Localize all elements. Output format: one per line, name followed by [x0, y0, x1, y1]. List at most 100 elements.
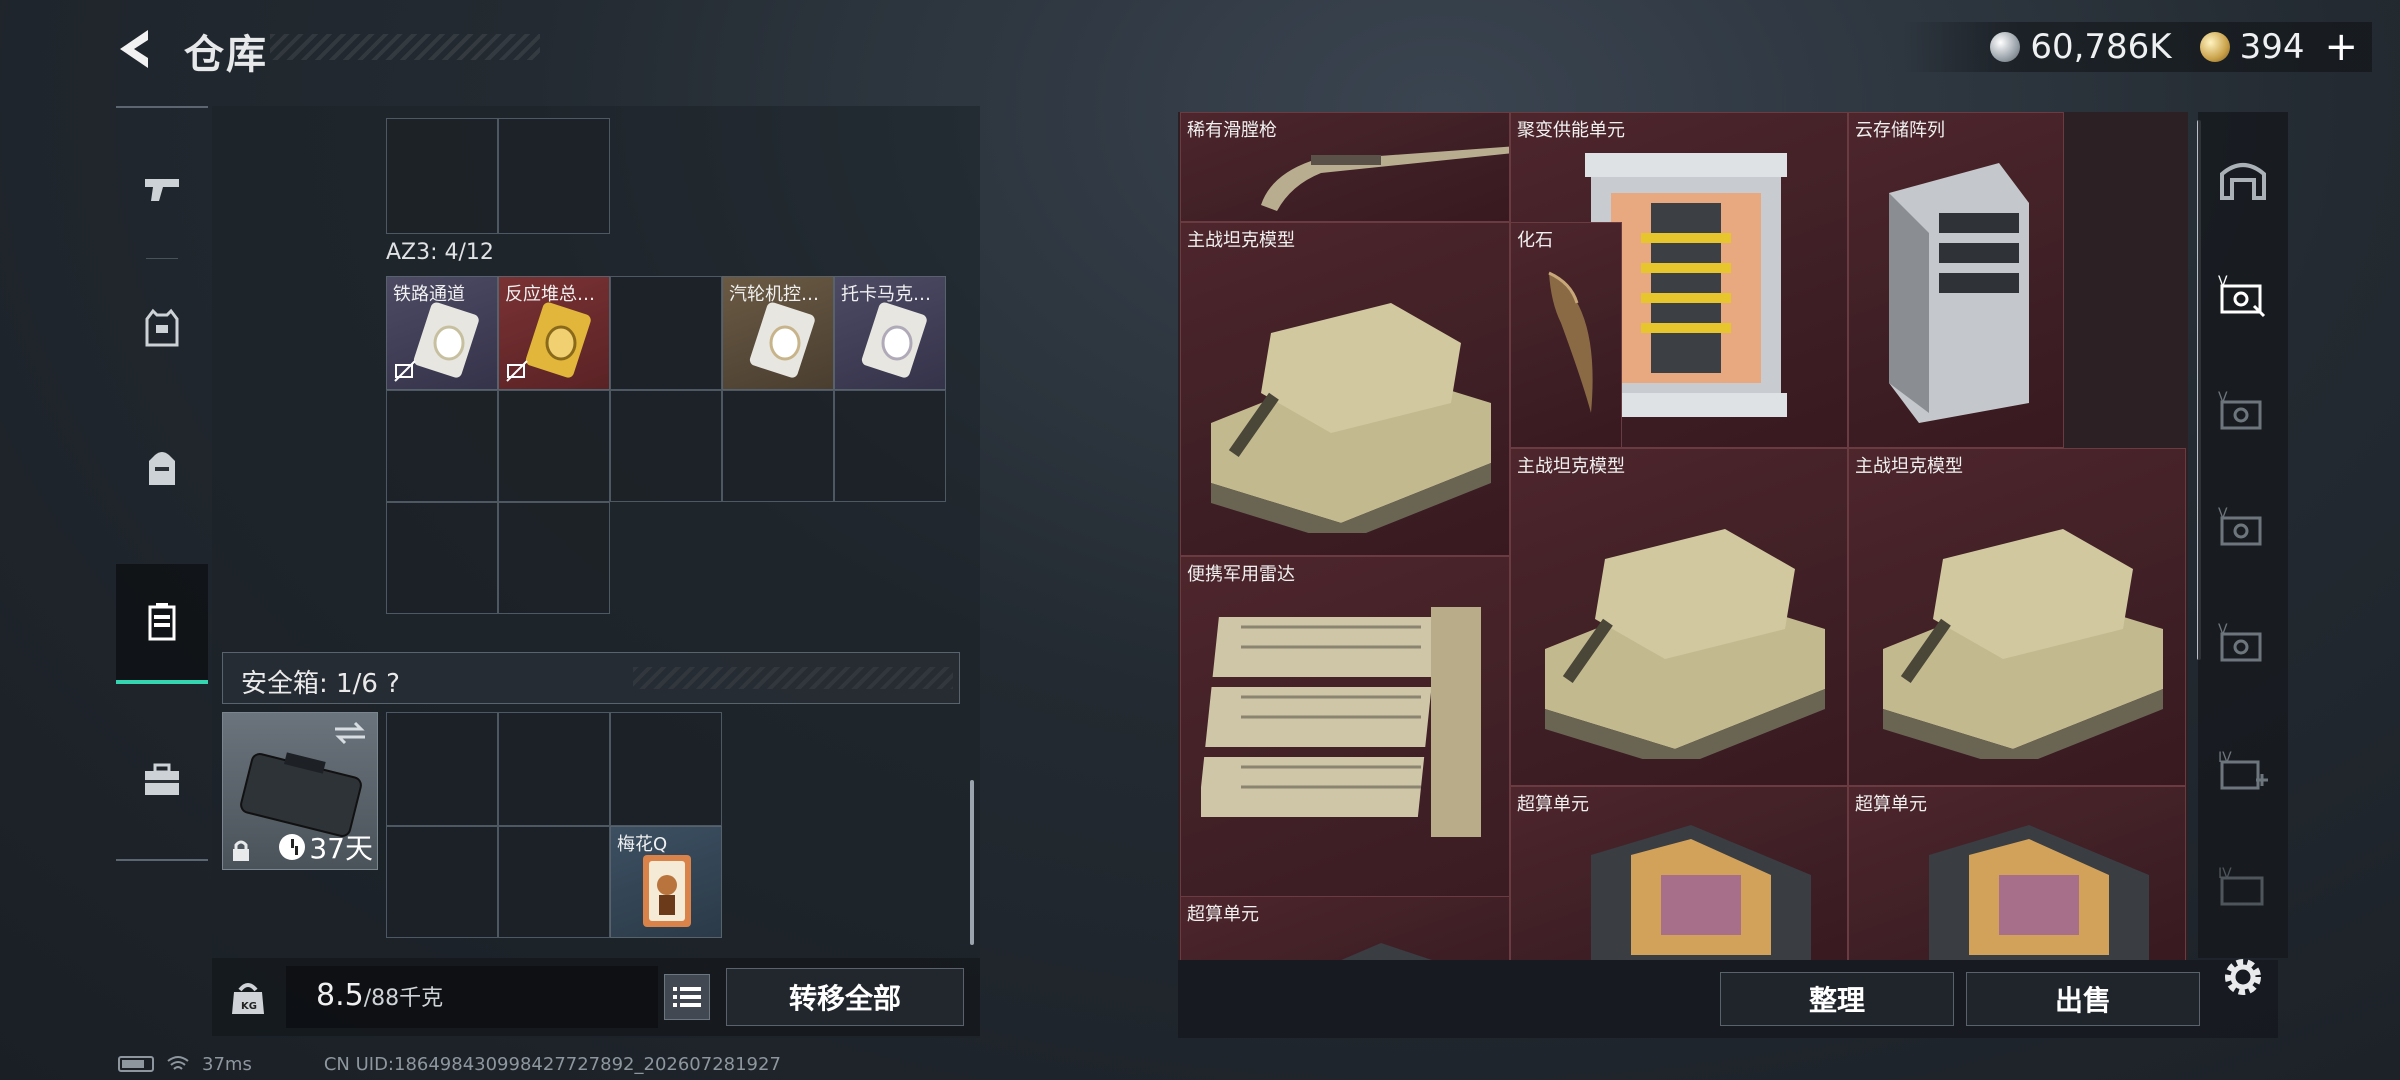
sidebar-item-toolbox[interactable] — [116, 720, 208, 840]
safe-item-queen-of-clubs[interactable]: 梅花Q — [610, 826, 722, 938]
safe-grid-cell[interactable] — [610, 712, 722, 826]
storage-item-fossil[interactable]: 化石 — [1510, 222, 1622, 448]
storage-item-main-battle-tank-model[interactable]: 主战坦克模型 — [1848, 448, 2186, 786]
storage-item-supercomputer-unit[interactable]: 超算单元 — [1180, 896, 1510, 960]
safe-grid-cell[interactable] — [498, 712, 610, 826]
storage-item-supercomputer-unit[interactable]: 超算单元 — [1510, 786, 1848, 960]
grid-cell[interactable] — [498, 502, 610, 614]
add-storage-icon: IV — [2218, 750, 2268, 790]
safe-grid-cell[interactable] — [386, 712, 498, 826]
safe-box-slot[interactable]: 37天 — [222, 712, 378, 870]
sidebar-item-weapons[interactable] — [116, 128, 208, 248]
claw-fossil-icon — [1548, 271, 1593, 413]
inventory-item-turbine[interactable]: 汽轮机控… — [722, 276, 834, 390]
tab-storage-v-2[interactable]: V — [2212, 380, 2274, 442]
sidebar-item-backpack[interactable] — [116, 408, 208, 528]
storage-item-rare-musket[interactable]: 稀有滑膛枪 — [1180, 112, 1510, 222]
tab-all-storage[interactable] — [2212, 148, 2274, 210]
page-title: 仓库 — [184, 32, 268, 78]
compute-board-icon — [1591, 825, 1811, 960]
musket-icon — [1261, 146, 1509, 211]
weight-display: 8.5/88千克 — [286, 966, 658, 1028]
silver-amount: 60,786K — [2030, 27, 2172, 67]
inventory-scrollbar[interactable] — [970, 780, 974, 945]
weight-icon: KG — [232, 983, 264, 1014]
weight-current: 8.5 — [316, 978, 364, 1013]
grid-cell[interactable] — [498, 118, 610, 234]
safe-box-label: 安全箱: 1/6 ? — [241, 669, 400, 699]
inventory-item-reactor[interactable]: 反应堆总… — [498, 276, 610, 390]
storage-grid: 稀有滑膛枪 聚变供能单元 云存储阵列 主战坦克模型 化石 主战坦克模型 主战坦克… — [1178, 112, 2188, 960]
uid-label: CN UID:18649843099842772789​2_2026072819… — [323, 1053, 781, 1075]
top-bar: 仓库 60,786K 394 + — [0, 0, 2400, 100]
inventory-item-tokamak[interactable]: 托卡马克… — [834, 276, 946, 390]
storage-expansion-icon: V — [2218, 274, 2266, 318]
backpack-icon — [149, 452, 175, 485]
grid-cell[interactable] — [386, 502, 498, 614]
silver-coin-icon — [1990, 32, 2021, 62]
safe-box-duration: 37天 — [279, 827, 373, 867]
item-label: 云存储阵列 — [1855, 120, 1945, 141]
grid-cell[interactable] — [610, 276, 722, 390]
warehouse-icon — [2220, 163, 2266, 200]
item-label: 主战坦克模型 — [1187, 230, 1295, 251]
sidebar-item-armor[interactable] — [116, 268, 208, 388]
server-array-icon — [1889, 163, 2029, 423]
svg-text:IV: IV — [2218, 866, 2232, 882]
safe-grid-cell[interactable] — [498, 826, 610, 938]
item-label: 主战坦克模型 — [1855, 456, 1963, 477]
radar-icon — [1201, 607, 1481, 837]
sell-button[interactable]: 出售 — [1966, 972, 2200, 1026]
item-label: 超算单元 — [1517, 794, 1589, 815]
az3-capacity-label: AZ3: 4/12 — [386, 240, 494, 265]
safe-case-icon — [240, 752, 362, 837]
storage-tabs-sidebar: V V V V IV IV — [2198, 112, 2288, 958]
grid-cell[interactable] — [386, 118, 498, 234]
blueprint-card-icon — [525, 302, 591, 378]
tank-icon — [1883, 529, 2163, 759]
grid-cell[interactable] — [386, 390, 498, 502]
locked-storage-icon: IV — [2218, 866, 2264, 906]
back-arrow-icon[interactable] — [112, 26, 162, 72]
grid-cell[interactable] — [834, 390, 946, 502]
inventory-item-railway[interactable]: 铁路通道 — [386, 276, 498, 390]
svg-text:KG: KG — [241, 1001, 257, 1012]
sort-button[interactable]: 整理 — [1720, 972, 1954, 1026]
storage-item-cloud-storage-array[interactable]: 云存储阵列 — [1848, 112, 2064, 448]
list-view-button[interactable] — [664, 974, 710, 1020]
safe-grid-cell[interactable] — [386, 826, 498, 938]
blueprint-card-icon — [749, 302, 815, 378]
grid-cell[interactable] — [722, 390, 834, 502]
wifi-icon — [167, 1056, 189, 1070]
weight-max: /88千克 — [363, 986, 444, 1011]
blueprint-card-icon — [413, 302, 479, 378]
status-bar: 37ms CN UID:18649843099842772789​2_20260… — [118, 1052, 781, 1076]
tab-storage-v-3[interactable]: V — [2212, 496, 2274, 558]
storage-expansion-icon: V — [2218, 390, 2262, 430]
tab-storage-v-4[interactable]: V — [2212, 612, 2274, 674]
playing-card-icon — [643, 855, 691, 927]
grid-cell[interactable] — [610, 390, 722, 502]
storage-item-main-battle-tank-model[interactable]: 主战坦克模型 — [1510, 448, 1848, 786]
tab-add-storage-iv[interactable]: IV — [2212, 740, 2274, 802]
compute-board-icon — [1341, 943, 1432, 960]
gold-amount: 394 — [2239, 27, 2305, 67]
storage-item-supercomputer-unit[interactable]: 超算单元 — [1848, 786, 2186, 960]
item-label: 超算单元 — [1855, 794, 1927, 815]
item-label: 主战坦克模型 — [1517, 456, 1625, 477]
pistol-icon — [145, 179, 179, 201]
sidebar-item-container[interactable] — [116, 564, 208, 684]
grid-cell[interactable] — [498, 390, 610, 502]
transfer-all-button[interactable]: 转移全部 — [726, 968, 964, 1026]
safe-box-header: 安全箱: 1/6 ? — [222, 652, 960, 704]
storage-item-main-battle-tank-model[interactable]: 主战坦克模型 — [1180, 222, 1510, 556]
add-currency-button[interactable]: + — [2324, 24, 2358, 70]
briefcase-icon — [145, 763, 179, 795]
help-icon[interactable]: ? — [386, 669, 400, 699]
swap-icon[interactable] — [333, 721, 367, 745]
settings-gear-icon[interactable] — [2218, 952, 2268, 1002]
left-category-sidebar — [116, 106, 208, 861]
tab-storage-v-1[interactable]: V — [2212, 264, 2274, 326]
tab-locked-storage-iv[interactable]: IV — [2212, 856, 2274, 918]
tank-icon — [1545, 529, 1825, 759]
